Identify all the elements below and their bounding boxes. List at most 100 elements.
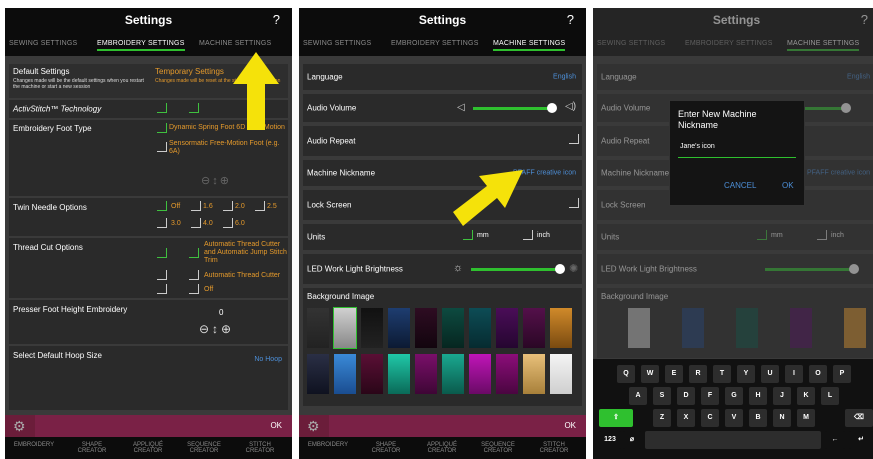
space-key[interactable] <box>645 431 821 449</box>
audio-volume-knob[interactable] <box>547 103 557 113</box>
ok-bar[interactable] <box>329 415 586 437</box>
bg-swatch[interactable] <box>442 354 464 394</box>
key-m[interactable]: M <box>797 409 815 427</box>
backspace-key-icon[interactable]: ⌫ <box>845 409 873 427</box>
key-i[interactable]: I <box>785 365 803 383</box>
twin-2.5-checkbox[interactable] <box>255 201 265 211</box>
key-n[interactable]: N <box>773 409 791 427</box>
key-z[interactable]: Z <box>653 409 671 427</box>
bg-swatch[interactable] <box>550 308 572 348</box>
thread-opt3-temp-checkbox[interactable] <box>189 284 199 294</box>
activstitch-default-checkbox[interactable] <box>157 103 167 113</box>
hoop-size-value[interactable]: No Hoop <box>254 356 282 363</box>
nickname-input[interactable]: Jane's icon <box>678 139 796 158</box>
thread-opt2-default-checkbox[interactable] <box>157 270 167 280</box>
footer-stitch-creator[interactable]: STITCH CREATOR <box>529 442 579 454</box>
key-o[interactable]: O <box>809 365 827 383</box>
foot-opt1-checkbox[interactable] <box>157 123 167 133</box>
twin-6.0-checkbox[interactable] <box>223 218 233 228</box>
bg-swatch[interactable] <box>415 354 437 394</box>
bg-swatch[interactable] <box>334 354 356 394</box>
twin-3.0-checkbox[interactable] <box>157 218 167 228</box>
key-f[interactable]: F <box>701 387 719 405</box>
ok-bar[interactable] <box>35 415 292 437</box>
ok-button[interactable]: OK <box>564 421 576 430</box>
key-s[interactable]: S <box>653 387 671 405</box>
footer-shape-creator[interactable]: SHAPE CREATOR <box>361 442 411 454</box>
twin-4.0-checkbox[interactable] <box>191 218 201 228</box>
bg-swatch[interactable] <box>388 308 410 348</box>
shift-key-icon[interactable]: ⇧ <box>599 409 633 427</box>
bg-swatch-selected[interactable] <box>333 307 357 349</box>
audio-repeat-checkbox[interactable] <box>569 134 579 144</box>
twin-2.0-checkbox[interactable] <box>223 201 233 211</box>
footer-shape-creator[interactable]: SHAPE CREATOR <box>67 442 117 454</box>
thread-opt2-temp-checkbox[interactable] <box>189 270 199 280</box>
key-w[interactable]: W <box>641 365 659 383</box>
key-a[interactable]: A <box>629 387 647 405</box>
tab-machine-settings[interactable]: MACHINE SETTINGS <box>199 40 271 47</box>
twin-off-checkbox[interactable] <box>157 201 167 211</box>
bg-swatch[interactable] <box>496 308 518 348</box>
ok-button[interactable]: OK <box>270 421 282 430</box>
tab-embroidery-settings[interactable]: EMBROIDERY SETTINGS <box>97 40 185 51</box>
key-v[interactable]: V <box>725 409 743 427</box>
language-value[interactable]: English <box>553 74 576 81</box>
bg-swatch[interactable] <box>307 354 329 394</box>
bg-swatch[interactable] <box>361 308 383 348</box>
bg-swatch[interactable] <box>496 354 518 394</box>
thread-opt3-default-checkbox[interactable] <box>157 284 167 294</box>
lock-screen-checkbox[interactable] <box>569 198 579 208</box>
help-button[interactable]: ? <box>273 12 280 27</box>
key-t[interactable]: T <box>713 365 731 383</box>
tab-embroidery-settings[interactable]: EMBROIDERY SETTINGS <box>391 40 479 47</box>
footer-embroidery[interactable]: EMBROIDERY <box>9 442 59 448</box>
key-123[interactable]: 123 <box>599 431 621 449</box>
bg-swatch[interactable] <box>361 354 383 394</box>
key-q[interactable]: Q <box>617 365 635 383</box>
footer-applique-creator[interactable]: APPLIQUÉ CREATOR <box>417 442 467 454</box>
footer-sequence-creator[interactable]: SEQUENCE CREATOR <box>473 442 523 454</box>
key-k[interactable]: K <box>797 387 815 405</box>
key-l[interactable]: L <box>821 387 839 405</box>
footer-embroidery[interactable]: EMBROIDERY <box>303 442 353 448</box>
bg-swatch[interactable] <box>523 354 545 394</box>
key-h[interactable]: H <box>749 387 767 405</box>
globe-key-icon[interactable]: ⌀ <box>623 431 641 449</box>
activstitch-temp-checkbox[interactable] <box>189 103 199 113</box>
key-d[interactable]: D <box>677 387 695 405</box>
footer-applique-creator[interactable]: APPLIQUÉ CREATOR <box>123 442 173 454</box>
presser-foot-stepper[interactable]: ⊖↕⊕ <box>199 322 234 336</box>
cancel-button[interactable]: CANCEL <box>724 181 756 190</box>
key-g[interactable]: G <box>725 387 743 405</box>
thread-opt1-temp-checkbox[interactable] <box>189 248 199 258</box>
gear-icon[interactable]: ⚙ <box>307 418 320 435</box>
key-y[interactable]: Y <box>737 365 755 383</box>
tab-machine-settings[interactable]: MACHINE SETTINGS <box>493 40 566 51</box>
bg-swatch[interactable] <box>307 308 329 348</box>
footer-stitch-creator[interactable]: STITCH CREATOR <box>235 442 285 454</box>
nickname-row[interactable]: Machine Nickname PFAFF creative icon <box>303 160 582 186</box>
audio-volume-slider[interactable] <box>473 107 553 110</box>
language-row[interactable]: Language English <box>303 64 582 90</box>
twin-1.6-checkbox[interactable] <box>191 201 201 211</box>
foot-opt2-checkbox[interactable] <box>157 142 167 152</box>
help-button[interactable]: ? <box>567 12 574 27</box>
tab-sewing-settings[interactable]: SEWING SETTINGS <box>9 40 77 47</box>
arrow-left-key-icon[interactable]: ← <box>825 431 845 449</box>
key-j[interactable]: J <box>773 387 791 405</box>
unit-inch-checkbox[interactable] <box>523 230 533 240</box>
unit-mm-checkbox[interactable] <box>463 230 473 240</box>
key-b[interactable]: B <box>749 409 767 427</box>
key-e[interactable]: E <box>665 365 683 383</box>
bg-swatch[interactable] <box>469 308 491 348</box>
led-slider[interactable] <box>471 268 559 271</box>
key-x[interactable]: X <box>677 409 695 427</box>
enter-key-icon[interactable]: ↵ <box>849 431 873 449</box>
bg-swatch[interactable] <box>388 354 410 394</box>
led-knob[interactable] <box>555 264 565 274</box>
footer-sequence-creator[interactable]: SEQUENCE CREATOR <box>179 442 229 454</box>
bg-swatch[interactable] <box>442 308 464 348</box>
bg-swatch[interactable] <box>469 354 491 394</box>
bg-swatch[interactable] <box>523 308 545 348</box>
